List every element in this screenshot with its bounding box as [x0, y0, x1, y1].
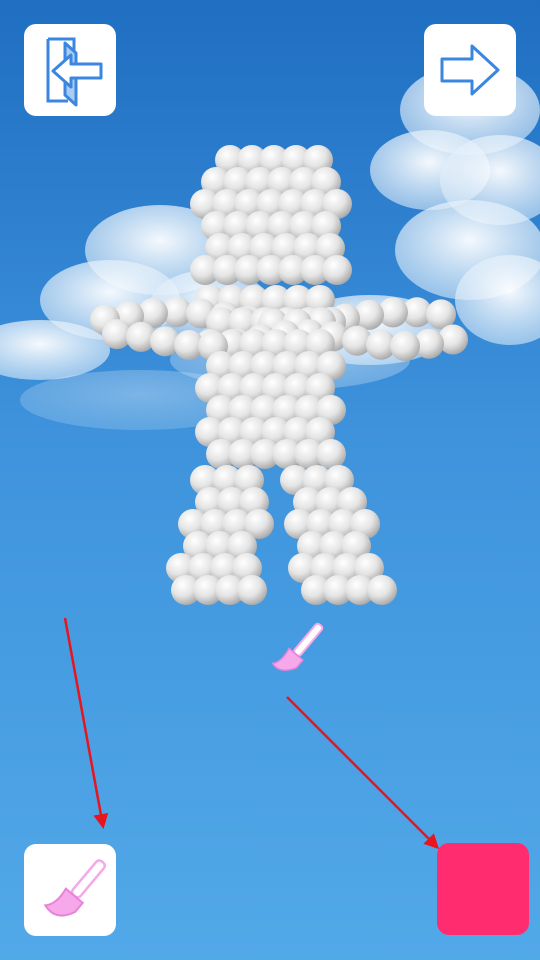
bubble-ball[interactable] — [390, 330, 420, 361]
next-button[interactable] — [424, 24, 516, 116]
game-scene[interactable] — [0, 0, 540, 960]
right-arrow-icon — [440, 44, 500, 96]
selected-color-swatch[interactable] — [437, 843, 529, 935]
paint-brush-button[interactable] — [24, 844, 116, 936]
bubble-ball[interactable] — [316, 439, 346, 469]
exit-door-left-arrow-icon — [46, 37, 103, 107]
paint-brush-icon — [43, 859, 107, 917]
bubble-ball[interactable] — [367, 575, 397, 605]
bubble-ball[interactable] — [322, 255, 352, 285]
bubble-ball[interactable] — [237, 575, 267, 605]
exit-button[interactable] — [24, 24, 116, 116]
